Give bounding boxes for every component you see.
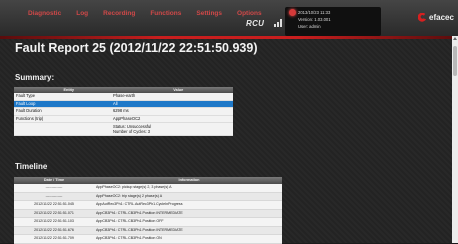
row-info: AppCB3Ph1: CTRL.CB3Ph1.Position ON — [96, 236, 162, 240]
col-information: Information — [178, 178, 200, 182]
menu-item-diagnostic[interactable]: Diagnostic — [28, 10, 61, 17]
row-info: AppPhaseOC2: pickup stage(s) 2, 3 phase(… — [96, 185, 172, 189]
summary-key — [14, 123, 113, 135]
datetime: 2013/10/23 11:33 — [298, 10, 331, 15]
table-row[interactable]: -------------- AppPhaseOC2: trip stage(s… — [14, 192, 282, 201]
vertical-scrollbar[interactable] — [452, 36, 458, 243]
version: Version: 1.03.001 — [298, 17, 331, 22]
row-time: -------------- — [45, 185, 63, 189]
row-info: AppAutRec3Ph1: CTRL.AutRec3Ph1.CycleInPr… — [96, 202, 183, 206]
summary-row[interactable]: Status: Unsuccessful Number of Cycles: 3 — [14, 123, 233, 136]
summary-row[interactable]: Fault Type Phase-earth — [14, 93, 233, 101]
summary-row-selected[interactable]: Fault Loop All — [14, 100, 233, 108]
menu-item-functions[interactable]: Functions — [150, 10, 181, 17]
summary-row[interactable]: Functions (trip) AppPhaseOC2 — [14, 115, 233, 123]
row-info: AppCB3Ph1: CTRL.CB3Ph1.Position INTERMED… — [96, 227, 183, 232]
timeline-header: Date / Time Information — [14, 177, 282, 184]
menu-item-log[interactable]: Log — [76, 10, 88, 17]
timeline-table: Date / Time Information -------------- A… — [14, 177, 282, 244]
menu-item-options[interactable]: Options — [237, 10, 262, 17]
table-row[interactable]: 2012/11/22 22:51:51.103 AppCB3Ph1: CTRL.… — [14, 218, 282, 227]
col-datetime: Date / Time — [43, 178, 65, 182]
summary-heading: Summary: — [15, 73, 55, 82]
summary-key: Fault Loop — [16, 100, 36, 106]
table-row[interactable]: -------------- AppPhaseOC2: pickup stage… — [14, 184, 282, 193]
summary-row[interactable]: Fault Duration 6298 ms — [14, 108, 233, 116]
main-menu: Diagnostic Log Recording Functions Setti… — [28, 10, 262, 17]
timeline-heading: Timeline — [15, 162, 48, 171]
row-time: -------------- — [45, 193, 63, 198]
summary-key: Fault Duration — [16, 108, 42, 113]
row-info: AppPhaseOC2: trip stage(s) 2 phase(s) A — [96, 193, 163, 198]
summary-value: AppPhaseOC2 — [113, 115, 141, 121]
row-info: AppCB3Ph1: CTRL.CB3Ph1.Position INTERMED… — [96, 210, 183, 215]
summary-value: Phase-earth — [113, 93, 136, 98]
row-time: 2012/11/22 22:51:51.103 — [34, 219, 74, 223]
table-row[interactable]: 2012/11/22 22:51:51.676 AppCB3Ph1: CTRL.… — [14, 226, 282, 235]
summary-value: All — [113, 100, 118, 106]
summary-value: Status: Unsuccessful Number of Cycles: 3 — [113, 123, 233, 135]
summary-key: Fault Type — [16, 93, 36, 98]
summary-key: Functions (trip) — [16, 115, 44, 121]
system-info: 2013/10/23 11:33 Version: 1.03.001 User:… — [298, 9, 331, 30]
signal-bars-icon — [274, 19, 282, 27]
table-row[interactable]: 2012/11/22 22:51:51.071 AppCB3Ph1: CTRL.… — [14, 209, 282, 218]
row-info: AppCB3Ph1: CTRL.CB3Ph1.Position OFF — [96, 219, 164, 223]
row-time: 2012/11/22 22:51:51.071 — [34, 210, 74, 215]
logo-text: efacec — [429, 13, 454, 22]
product-label: RCU — [246, 19, 265, 28]
cycles-text: Number of Cycles: 3 — [113, 129, 151, 134]
row-time: 2012/11/22 22:51:51.676 — [34, 227, 74, 232]
scroll-up-icon[interactable] — [453, 37, 457, 40]
row-time: 2012/11/22 22:51:51.045 — [34, 202, 74, 206]
menu-item-recording[interactable]: Recording — [103, 10, 135, 17]
summary-value: 6298 ms — [113, 108, 129, 113]
scroll-thumb[interactable] — [453, 46, 457, 76]
row-time: 2012/11/22 22:51:51.709 — [34, 236, 74, 240]
logo-mark-icon — [418, 13, 427, 22]
efacec-logo: efacec — [418, 13, 454, 22]
page-title: Fault Report 25 (2012/11/22 22:51:50.939… — [15, 41, 258, 55]
table-row[interactable]: 2012/11/22 22:51:51.045 AppAutRec3Ph1: C… — [14, 201, 282, 210]
menu-item-settings[interactable]: Settings — [196, 10, 222, 17]
top-bar — [0, 0, 458, 36]
table-row[interactable]: 2012/11/22 22:51:51.709 AppCB3Ph1: CTRL.… — [14, 235, 282, 244]
alarm-led-icon — [289, 9, 296, 16]
summary-table: Entity Value Fault Type Phase-earth Faul… — [14, 87, 233, 136]
user: User: admin — [298, 24, 321, 29]
